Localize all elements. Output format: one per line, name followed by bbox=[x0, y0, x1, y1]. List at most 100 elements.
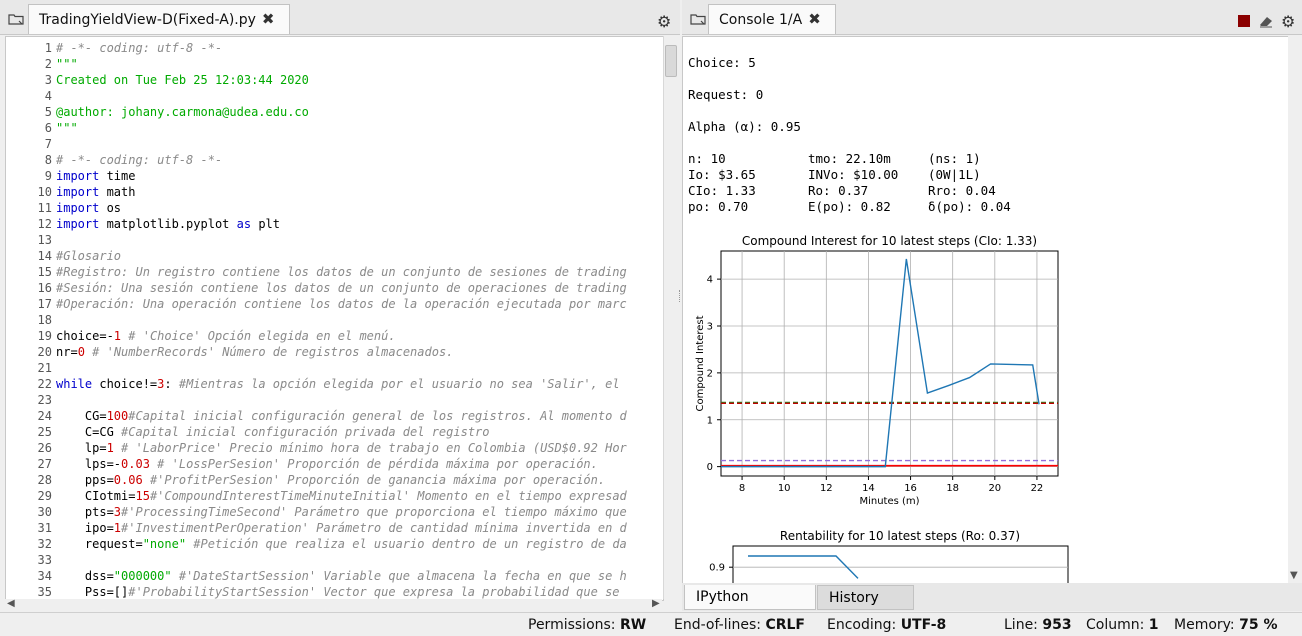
line-number: 23 bbox=[37, 393, 52, 407]
code-line: import math bbox=[56, 185, 135, 199]
code-token: as bbox=[236, 217, 252, 231]
line-number: 19 bbox=[37, 329, 52, 343]
code-line: """ bbox=[56, 121, 78, 135]
permissions-value: RW bbox=[619, 617, 647, 633]
line-number: 13 bbox=[37, 233, 52, 247]
code-token: # 'LaborPrice' Precio mínimo hora de tra… bbox=[121, 441, 627, 455]
code-token: #Petición que realiza el usuario dentro … bbox=[193, 537, 627, 551]
code-line: choice=-1 # 'Choice' Opción elegida en e… bbox=[56, 329, 396, 343]
stop-icon[interactable] bbox=[1238, 15, 1250, 27]
console-request: Request: 0 bbox=[688, 87, 764, 102]
editor-tab-bar: TradingYieldView-D(Fixed-A).py ✖ ⚙ bbox=[0, 0, 680, 35]
code-token: ipo= bbox=[56, 521, 114, 535]
column-label: Column: bbox=[1086, 617, 1145, 633]
code-token: @author: johany.carmona@udea.edu.co bbox=[56, 105, 309, 119]
code-token: #'ProfitPerSesion' Proporción de gananci… bbox=[149, 473, 606, 487]
line-number: 21 bbox=[37, 361, 52, 375]
line-number: 9 bbox=[44, 169, 52, 183]
permissions-status: Permissions: RW bbox=[528, 617, 646, 633]
y-tick-label: 3 bbox=[707, 322, 713, 333]
line-status: Line: 953 bbox=[1004, 617, 1072, 633]
code-token: pts= bbox=[56, 505, 114, 519]
console-alpha: Alpha (α): 0.95 bbox=[688, 119, 801, 134]
browse-tabs-icon[interactable] bbox=[8, 13, 24, 25]
y-tick-label: 4 bbox=[707, 275, 713, 286]
close-icon[interactable]: ✖ bbox=[262, 10, 275, 28]
code-line: @author: johany.carmona@udea.edu.co bbox=[56, 105, 309, 119]
editor-vertical-scrollbar[interactable] bbox=[663, 36, 678, 599]
close-icon[interactable]: ✖ bbox=[808, 10, 821, 28]
code-token: import bbox=[56, 201, 100, 215]
line-number: 24 bbox=[37, 409, 52, 423]
line-number: 3 bbox=[44, 73, 52, 87]
line-label: Line: bbox=[1004, 617, 1038, 633]
gear-icon[interactable]: ⚙ bbox=[1281, 12, 1295, 31]
code-token: choice=- bbox=[56, 329, 114, 343]
compound-interest-chart: Compound Interest for 10 latest steps (C… bbox=[695, 234, 1059, 507]
code-token: dss= bbox=[56, 569, 114, 583]
eol-value: CRLF bbox=[765, 617, 805, 633]
code-line: lp=1 # 'LaborPrice' Precio mínimo hora d… bbox=[56, 441, 627, 455]
code-token: : bbox=[164, 377, 179, 391]
console-stat: CIo: 1.33 bbox=[688, 183, 756, 198]
memory-status: Memory: 75 % bbox=[1174, 617, 1277, 633]
tab-ipython-console[interactable]: IPython console bbox=[684, 585, 816, 630]
line-number: 33 bbox=[37, 553, 52, 567]
scroll-right-icon[interactable]: ▶ bbox=[652, 598, 660, 609]
line-number: 15 bbox=[37, 265, 52, 279]
code-line: # -*- coding: utf-8 -*- bbox=[56, 153, 222, 167]
y-axis-label: Compound Interest bbox=[695, 315, 706, 411]
editor-scroll-thumb[interactable] bbox=[665, 45, 677, 77]
scroll-left-icon[interactable]: ◀ bbox=[7, 598, 15, 609]
line-number: 27 bbox=[37, 457, 52, 471]
console-stat: po: 0.70 bbox=[688, 199, 749, 214]
editor-file-tab-label: TradingYieldView-D(Fixed-A).py bbox=[39, 12, 256, 28]
eraser-icon[interactable] bbox=[1258, 14, 1274, 28]
permissions-label: Permissions: bbox=[528, 617, 616, 633]
eol-status: End-of-lines: CRLF bbox=[674, 617, 805, 633]
code-line: pps=0.06 #'ProfitPerSesion' Proporción d… bbox=[56, 473, 605, 487]
code-token: math bbox=[99, 185, 136, 199]
code-token: 0 bbox=[77, 345, 85, 359]
console-stat: (ns: 1) bbox=[928, 151, 981, 166]
console-bottom-tabs: IPython console History log bbox=[682, 583, 1302, 631]
line-number: 22 bbox=[37, 377, 52, 391]
code-line: #Sesión: Una sesión contiene los datos d… bbox=[56, 281, 627, 295]
code-line: Created on Tue Feb 25 12:03:44 2020 bbox=[56, 73, 309, 87]
status-bar: Permissions: RW End-of-lines: CRLF Encod… bbox=[0, 612, 1302, 636]
code-token: pps= bbox=[56, 473, 114, 487]
code-token: CIotmi= bbox=[56, 489, 136, 503]
line-number: 10 bbox=[37, 185, 52, 199]
x-axis-label: Minutes (m) bbox=[859, 496, 919, 507]
x-tick-label: 22 bbox=[1031, 483, 1044, 494]
y-tick-label: 0.9 bbox=[709, 563, 725, 574]
line-number: 26 bbox=[37, 441, 52, 455]
line-number: 31 bbox=[37, 521, 52, 535]
code-line: #Operación: Una operación contiene los d… bbox=[56, 297, 627, 311]
console-vertical-scrollbar[interactable]: ▼ bbox=[1288, 36, 1302, 583]
tab-history-log[interactable]: History log bbox=[817, 585, 914, 631]
code-token: choice!= bbox=[92, 377, 158, 391]
ipython-console[interactable]: Choice: 5 Request: 0 Alpha (α): 0.95 n: … bbox=[682, 36, 1289, 585]
line-number: 6 bbox=[44, 121, 52, 135]
editor-file-tab[interactable]: TradingYieldView-D(Fixed-A).py ✖ bbox=[28, 4, 290, 34]
editor-horizontal-scrollbar[interactable]: ◀ ▶ bbox=[5, 598, 662, 612]
line-number: 30 bbox=[37, 505, 52, 519]
code-token: #Glosario bbox=[56, 249, 122, 263]
column-value: 1 bbox=[1148, 617, 1159, 633]
browse-tabs-icon[interactable] bbox=[690, 13, 706, 25]
code-token: # 'NumberRecords' Número de registros al… bbox=[92, 345, 454, 359]
code-token: #Sesión: Una sesión contiene los datos d… bbox=[56, 281, 627, 295]
encoding-label: Encoding: bbox=[827, 617, 897, 633]
code-editor[interactable]: 1 2 3 4 5 6 7 8 9 10 11 12 13 14 15 16 17 18 19 20 21 22 23 24 2… bbox=[5, 36, 664, 601]
scroll-down-icon[interactable]: ▼ bbox=[1290, 570, 1298, 581]
console-tab[interactable]: Console 1/A ✖ bbox=[708, 4, 836, 34]
code-token: 1 bbox=[106, 441, 114, 455]
code-line: """ bbox=[56, 57, 78, 71]
line-number: 16 bbox=[37, 281, 52, 295]
code-token: # -*- coding: utf-8 -*- bbox=[56, 41, 223, 55]
code-token: os bbox=[99, 201, 122, 215]
gear-icon[interactable]: ⚙ bbox=[657, 12, 671, 31]
code-line: # -*- coding: utf-8 -*- bbox=[56, 41, 222, 55]
